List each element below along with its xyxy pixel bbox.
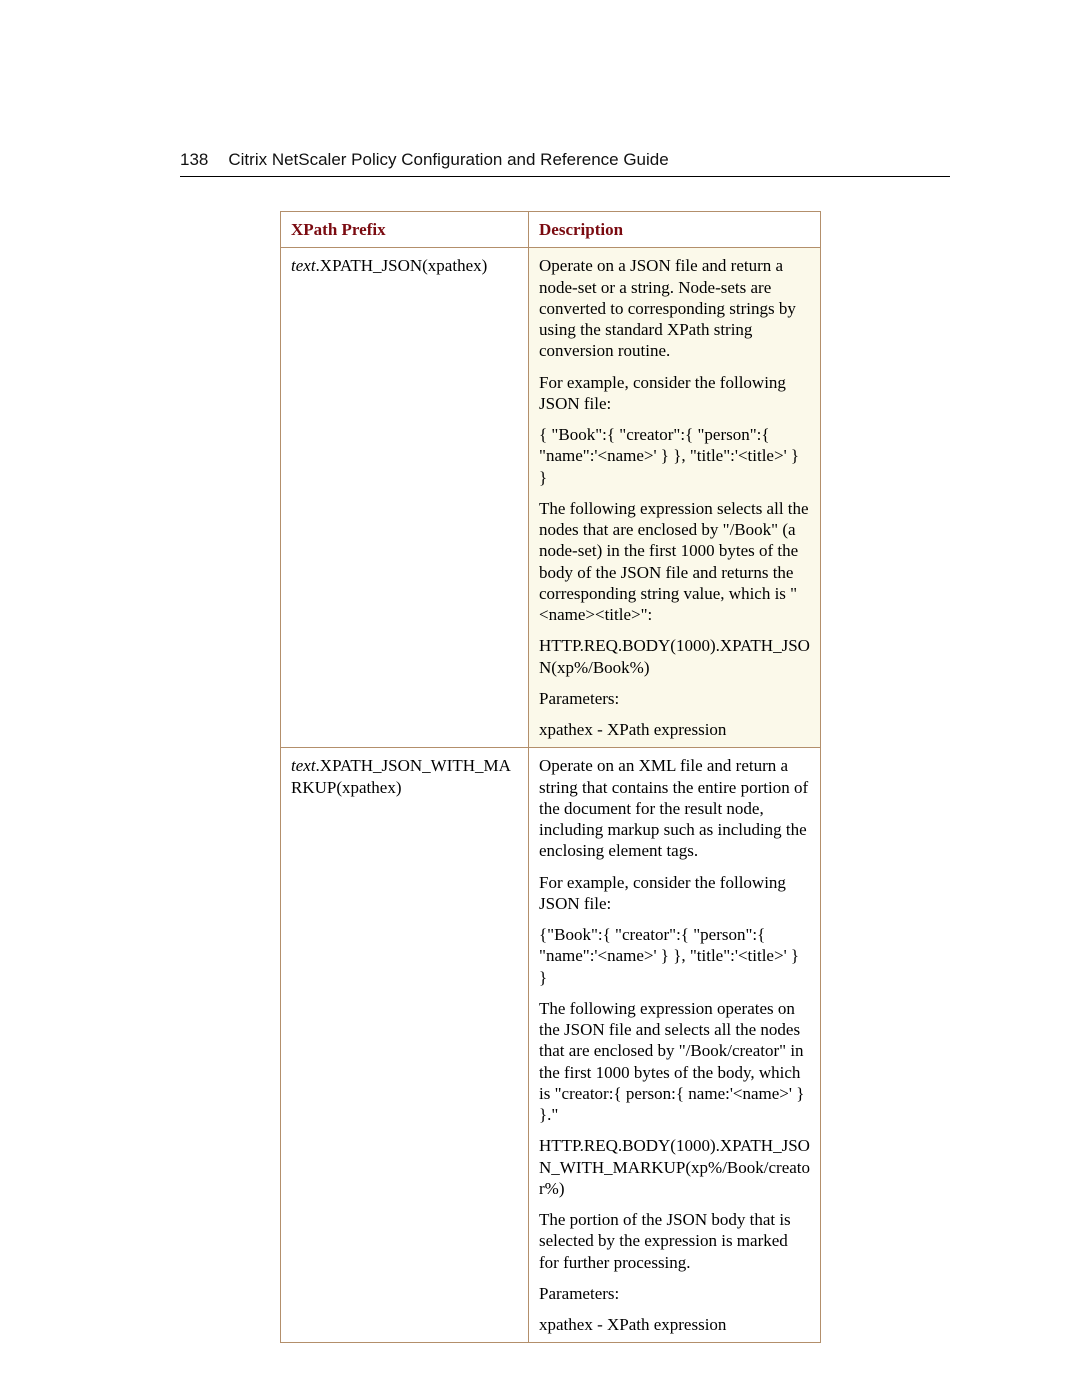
- prefix-cell: text.XPATH_JSON_WITH_MARKUP(xpathex): [281, 748, 529, 1343]
- desc-para: xpathex - XPath expression: [539, 1314, 810, 1335]
- desc-para: For example, consider the following JSON…: [539, 872, 810, 915]
- xpath-reference-table: XPath Prefix Description text.XPATH_JSON…: [280, 211, 821, 1343]
- prefix-cell: text.XPATH_JSON(xpathex): [281, 248, 529, 748]
- desc-para: Operate on a JSON file and return a node…: [539, 255, 810, 361]
- desc-para: Parameters:: [539, 688, 810, 709]
- desc-para: xpathex - XPath expression: [539, 719, 810, 740]
- desc-para: Parameters:: [539, 1283, 810, 1304]
- page-header: 138 Citrix NetScaler Policy Configuratio…: [180, 150, 950, 170]
- prefix-text: .XPATH_JSON(xpathex): [316, 256, 488, 275]
- desc-para: { "Book":{ "creator":{ "person":{ "name"…: [539, 424, 810, 488]
- desc-para: {"Book":{ "creator":{ "person":{ "name":…: [539, 924, 810, 988]
- desc-para: The following expression selects all the…: [539, 498, 810, 626]
- reference-table-wrap: XPath Prefix Description text.XPATH_JSON…: [280, 211, 950, 1343]
- col-header-prefix: XPath Prefix: [281, 212, 529, 248]
- description-cell: Operate on a JSON file and return a node…: [529, 248, 821, 748]
- table-row: text.XPATH_JSON_WITH_MARKUP(xpathex) Ope…: [281, 748, 821, 1343]
- prefix-italic-text: text: [291, 756, 316, 775]
- table-row: text.XPATH_JSON(xpathex) Operate on a JS…: [281, 248, 821, 748]
- prefix-text: .XPATH_JSON_WITH_MARKUP(xpathex): [291, 756, 511, 796]
- document-page: 138 Citrix NetScaler Policy Configuratio…: [0, 0, 1080, 1397]
- description-cell: Operate on an XML file and return a stri…: [529, 748, 821, 1343]
- header-rule: [180, 176, 950, 177]
- table-header-row: XPath Prefix Description: [281, 212, 821, 248]
- desc-para: Operate on an XML file and return a stri…: [539, 755, 810, 861]
- col-header-description: Description: [529, 212, 821, 248]
- doc-title: Citrix NetScaler Policy Configuration an…: [228, 150, 668, 170]
- desc-para: HTTP.REQ.BODY(1000).XPATH_JSON_WITH_MARK…: [539, 1135, 810, 1199]
- desc-para: The portion of the JSON body that is sel…: [539, 1209, 810, 1273]
- desc-para: For example, consider the following JSON…: [539, 372, 810, 415]
- desc-para: HTTP.REQ.BODY(1000).XPATH_JSON(xp%/Book%…: [539, 635, 810, 678]
- desc-para: The following expression operates on the…: [539, 998, 810, 1126]
- prefix-italic-text: text: [291, 256, 316, 275]
- page-number: 138: [180, 150, 208, 170]
